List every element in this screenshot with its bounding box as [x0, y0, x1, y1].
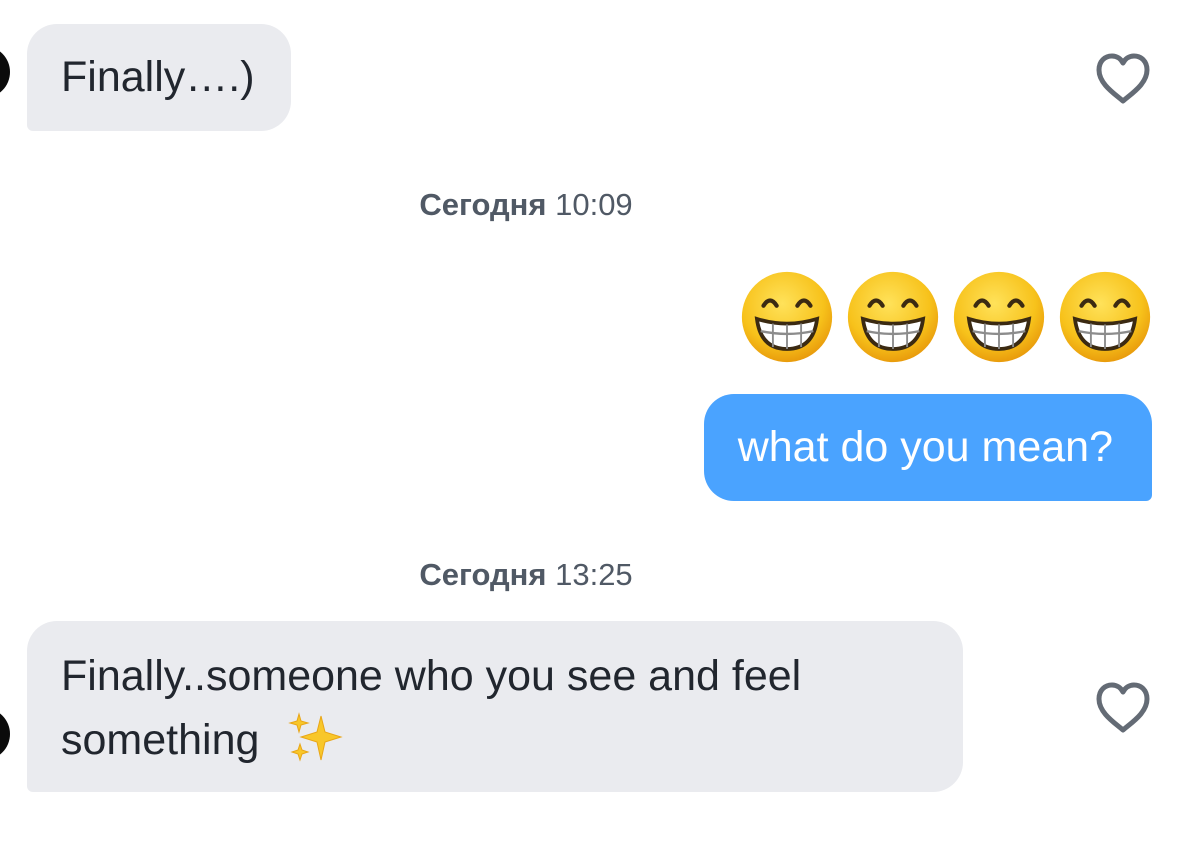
message-bubble-incoming[interactable]: Finally..someone who you see and feel so… [27, 621, 963, 792]
message-text: Finally….) [61, 53, 255, 101]
timestamp-day: Сегодня [419, 187, 547, 222]
avatar[interactable] [0, 46, 10, 98]
message-text-line: something [61, 708, 933, 772]
message-bubble-outgoing[interactable]: what do you mean? [703, 394, 1152, 501]
grinning-face-icon [741, 271, 833, 363]
grinning-face-icon [953, 271, 1045, 363]
sparkles-icon [288, 712, 344, 762]
grinning-face-icon [847, 271, 939, 363]
heart-outline-icon[interactable] [1093, 680, 1153, 736]
message-text-line: Finally..someone who you see and feel [61, 652, 802, 700]
timestamp-day: Сегодня [419, 557, 547, 592]
timestamp-divider: Сегодня 10:09 [0, 185, 1052, 225]
message-bubble-incoming[interactable]: Finally….) [27, 24, 291, 131]
timestamp-time: 13:25 [555, 557, 633, 592]
timestamp-divider: Сегодня 13:25 [0, 555, 1052, 595]
heart-outline-icon[interactable] [1093, 51, 1153, 107]
avatar[interactable] [0, 708, 10, 760]
timestamp-time: 10:09 [555, 187, 633, 222]
grinning-face-icon [1059, 271, 1151, 363]
emoji-message[interactable] [740, 270, 1152, 364]
chat-thread: Finally….) Сегодня 10:09 what do you mea… [0, 0, 1185, 845]
message-text: something [61, 716, 260, 764]
message-text: what do you mean? [737, 423, 1113, 471]
